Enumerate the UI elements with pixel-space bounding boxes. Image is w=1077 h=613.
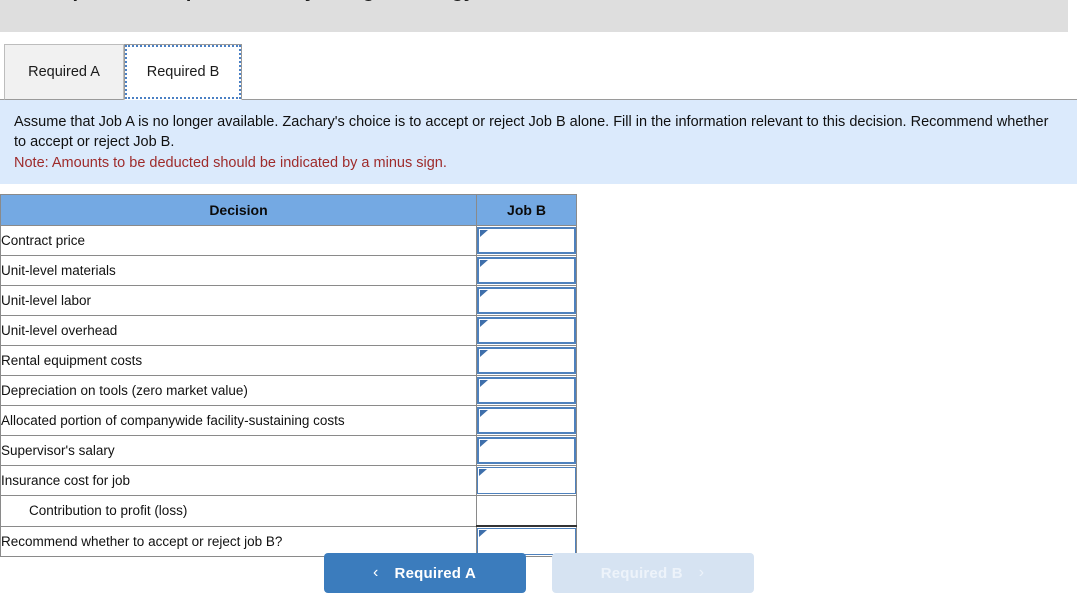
job-b-input[interactable] — [477, 347, 576, 374]
value-cell — [476, 345, 577, 376]
job-b-input[interactable] — [477, 467, 576, 494]
total-value-cell — [476, 495, 577, 527]
row-label: Rental equipment costs — [0, 345, 477, 376]
column-header-decision: Decision — [0, 194, 477, 226]
job-b-input[interactable] — [477, 287, 576, 314]
value-cell — [476, 465, 577, 496]
row-label: Depreciation on tools (zero market value… — [0, 375, 477, 406]
job-b-input[interactable] — [477, 377, 576, 404]
column-header-job-b: Job B — [476, 194, 577, 226]
input-flag-icon — [480, 380, 488, 387]
row-label: Recommend whether to accept or reject jo… — [0, 525, 477, 557]
tab-required-a-label: Required A — [28, 64, 100, 80]
input-flag-icon — [480, 440, 488, 447]
decision-table: Decision Job B Contract price Unit-level … — [0, 194, 577, 557]
value-cell — [476, 285, 577, 316]
table-row: Unit-level overhead — [0, 315, 577, 346]
chevron-left-icon: ‹ — [373, 564, 379, 581]
tab-required-a[interactable]: Required A — [4, 44, 124, 100]
input-flag-icon — [480, 260, 488, 267]
job-b-input[interactable] — [477, 528, 576, 555]
next-required-b-button: Required B › — [551, 553, 754, 593]
page-title: Complete the requirements by using a str… — [28, 0, 475, 3]
input-flag-icon — [480, 320, 488, 327]
footer-navigation: ‹ Required A Required B › — [0, 553, 1077, 597]
table-row: Insurance cost for job — [0, 465, 577, 496]
value-cell — [476, 405, 577, 436]
table-row: Unit-level labor — [0, 285, 577, 316]
job-b-input[interactable] — [477, 407, 576, 434]
value-cell — [476, 315, 577, 346]
table-header-row: Decision Job B — [0, 194, 577, 226]
input-flag-icon — [479, 469, 487, 476]
row-label: Supervisor's salary — [0, 435, 477, 466]
row-label: Unit-level materials — [0, 255, 477, 286]
input-flag-icon — [480, 230, 488, 237]
row-label: Unit-level overhead — [0, 315, 477, 346]
value-cell — [476, 255, 577, 286]
input-flag-icon — [480, 410, 488, 417]
input-flag-icon — [480, 290, 488, 297]
table-body: Contract price Unit-level materials Unit-l… — [0, 225, 577, 557]
input-flag-icon — [479, 530, 487, 537]
value-cell — [476, 225, 577, 256]
value-cell — [476, 375, 577, 406]
table-row: Depreciation on tools (zero market value… — [0, 375, 577, 406]
row-label: Unit-level labor — [0, 285, 477, 316]
job-b-input[interactable] — [477, 257, 576, 284]
input-flag-icon — [480, 350, 488, 357]
row-label: Allocated portion of companywide facilit… — [0, 405, 477, 436]
table-row: Recommend whether to accept or reject jo… — [0, 525, 577, 557]
table-row: Rental equipment costs — [0, 345, 577, 376]
job-b-input[interactable] — [477, 317, 576, 344]
instruction-text: Assume that Job A is no longer available… — [14, 114, 1049, 150]
row-label: Contract price — [0, 225, 477, 256]
chevron-right-icon: › — [698, 564, 705, 581]
tab-required-b[interactable]: Required B — [124, 44, 242, 100]
table-row: Supervisor's salary — [0, 435, 577, 466]
table-row: Contribution to profit (loss) — [0, 495, 577, 527]
job-b-input[interactable] — [477, 437, 576, 464]
job-b-input[interactable] — [477, 227, 576, 254]
previous-required-a-button[interactable]: ‹ Required A — [323, 553, 526, 593]
table-row: Contract price — [0, 225, 577, 256]
next-button-label: Required B — [600, 564, 683, 582]
row-label: Contribution to profit (loss) — [0, 495, 477, 527]
value-cell — [476, 435, 577, 466]
instruction-banner: Assume that Job A is no longer available… — [0, 100, 1077, 184]
tab-strip: Required A Required B — [0, 42, 1077, 100]
window-title-bar: Complete the requirements by using a str… — [0, 0, 1068, 32]
instruction-note: Note: Amounts to be deducted should be i… — [14, 155, 447, 171]
table-row: Allocated portion of companywide facilit… — [0, 405, 577, 436]
table-row: Unit-level materials — [0, 255, 577, 286]
value-cell — [476, 525, 577, 557]
tab-required-b-label: Required B — [146, 64, 220, 80]
previous-button-label: Required A — [394, 564, 476, 582]
row-label: Insurance cost for job — [0, 465, 477, 496]
